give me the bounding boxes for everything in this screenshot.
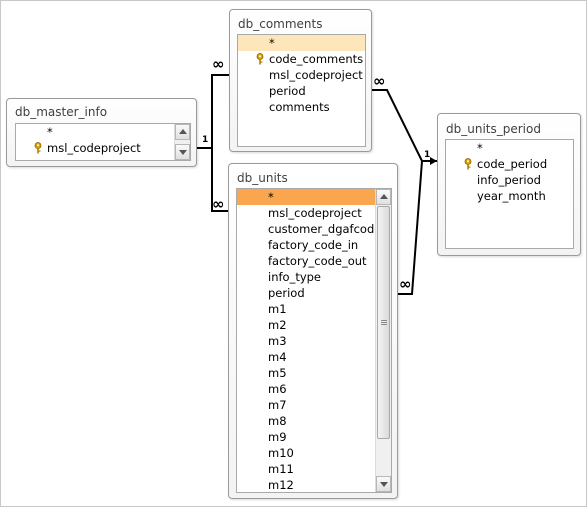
field-row-msl-codeproject[interactable]: msl_codeproject — [238, 67, 365, 83]
field-row-msl-codeproject[interactable]: msl_codeproject — [16, 140, 190, 156]
field-row-period[interactable]: period — [237, 285, 391, 301]
field-row-m1[interactable]: m1 — [237, 301, 391, 317]
field-row-comments[interactable]: comments — [238, 99, 365, 115]
table-title[interactable]: db_units_period — [446, 118, 541, 140]
field-row-m6[interactable]: m6 — [237, 381, 391, 397]
field-label: m5 — [268, 366, 287, 380]
scroll-down-icon[interactable] — [175, 144, 190, 160]
field-label: msl_codeproject — [268, 206, 362, 220]
field-label: factory_code_out — [268, 254, 367, 268]
relationship-one-label-period: 1 — [424, 150, 431, 160]
field-label: info_period — [477, 173, 541, 187]
relationship-arrowhead — [430, 157, 437, 165]
table-db-comments[interactable]: db_comments * code_comments msl_codeproj… — [229, 9, 372, 152]
field-row-code-period[interactable]: code_period — [446, 156, 573, 172]
table-title[interactable]: db_master_info — [15, 101, 107, 123]
field-label: m9 — [268, 430, 287, 444]
field-label: year_month — [477, 189, 546, 203]
field-label: m7 — [268, 398, 287, 412]
field-label: code_period — [477, 157, 548, 171]
field-label: m2 — [268, 318, 287, 332]
field-row-m4[interactable]: m4 — [237, 349, 391, 365]
field-row-year-month[interactable]: year_month — [446, 188, 573, 204]
relationships-canvas[interactable]: 1 ∞ ∞ ∞ ∞ 1 db_master_info * msl_codepro… — [0, 0, 587, 507]
field-row-info-type[interactable]: info_type — [237, 269, 391, 285]
scrollbar[interactable] — [174, 124, 190, 160]
field-label: period — [269, 84, 306, 98]
field-row-all[interactable]: * — [446, 140, 573, 156]
grip-line — [381, 320, 387, 321]
field-row-code-comments[interactable]: code_comments — [238, 51, 365, 67]
field-label: m6 — [268, 382, 287, 396]
field-row-period[interactable]: period — [238, 83, 365, 99]
table-title[interactable]: db_comments — [238, 13, 323, 35]
field-row-m7[interactable]: m7 — [237, 397, 391, 413]
field-label: period — [268, 286, 305, 300]
field-label: customer_dgafcode — [268, 222, 382, 236]
scrollbar[interactable] — [375, 189, 391, 492]
field-row-msl-codeproject[interactable]: msl_codeproject — [237, 205, 391, 221]
field-row-m12[interactable]: m12 — [237, 477, 391, 492]
key-icon — [34, 142, 42, 154]
field-row-m10[interactable]: m10 — [237, 445, 391, 461]
field-row-m2[interactable]: m2 — [237, 317, 391, 333]
relationship-many-label-units-out: ∞ — [399, 275, 412, 293]
scroll-up-icon[interactable] — [376, 189, 391, 205]
field-row-info-period[interactable]: info_period — [446, 172, 573, 188]
table-db-master-info[interactable]: db_master_info * msl_codeproject — [6, 98, 197, 167]
field-row-factory-code-out[interactable]: factory_code_out — [237, 253, 391, 269]
scroll-thumb[interactable] — [377, 206, 390, 439]
field-row-factory-code-in[interactable]: factory_code_in — [237, 237, 391, 253]
field-row-m8[interactable]: m8 — [237, 413, 391, 429]
field-label: * — [269, 36, 275, 50]
field-row-all[interactable]: * — [16, 124, 190, 140]
field-label: m4 — [268, 350, 287, 364]
field-row-m9[interactable]: m9 — [237, 429, 391, 445]
field-label: m8 — [268, 414, 287, 428]
relationship-many-label-units: ∞ — [212, 195, 225, 213]
key-icon — [464, 158, 472, 170]
grip-line — [381, 324, 387, 325]
field-label: factory_code_in — [268, 238, 359, 252]
field-label: info_type — [268, 270, 322, 284]
table-title[interactable]: db_units — [237, 167, 288, 189]
field-row-m11[interactable]: m11 — [237, 461, 391, 477]
relationship-many-label-comments: ∞ — [212, 55, 225, 73]
grip-line — [381, 322, 387, 323]
field-label: code_comments — [269, 52, 364, 66]
field-list[interactable]: * code_comments msl_codeproject period c… — [237, 34, 366, 147]
field-label: m1 — [268, 302, 287, 316]
field-row-m5[interactable]: m5 — [237, 365, 391, 381]
table-db-units[interactable]: db_units * msl_codeproject customer_dgaf… — [228, 163, 398, 499]
field-label: comments — [269, 100, 330, 114]
relationship-many-label-comments-out: ∞ — [373, 72, 386, 90]
field-list[interactable]: * msl_codeproject customer_dgafcode fact… — [236, 188, 392, 493]
scroll-up-icon[interactable] — [175, 124, 190, 140]
field-label: m12 — [268, 478, 294, 492]
relationship-one-label-master: 1 — [202, 135, 209, 145]
field-row-all[interactable]: * — [238, 35, 365, 51]
field-label: m11 — [268, 462, 294, 476]
scroll-down-icon[interactable] — [376, 476, 391, 492]
field-label: * — [477, 141, 483, 155]
field-row-all[interactable]: * — [237, 189, 391, 205]
field-label: msl_codeproject — [47, 141, 141, 155]
table-db-units-period[interactable]: db_units_period * code_period info_perio… — [437, 113, 581, 256]
field-label: * — [268, 190, 274, 204]
field-row-m3[interactable]: m3 — [237, 333, 391, 349]
key-icon — [256, 53, 264, 65]
field-list[interactable]: * msl_codeproject — [15, 123, 191, 161]
field-label: msl_codeproject — [269, 68, 363, 82]
field-label: * — [47, 125, 53, 139]
field-label: m3 — [268, 334, 287, 348]
field-row-customer-dgafcode[interactable]: customer_dgafcode — [237, 221, 391, 237]
field-list[interactable]: * code_period info_period year_month — [445, 139, 574, 249]
field-label: m10 — [268, 446, 294, 460]
